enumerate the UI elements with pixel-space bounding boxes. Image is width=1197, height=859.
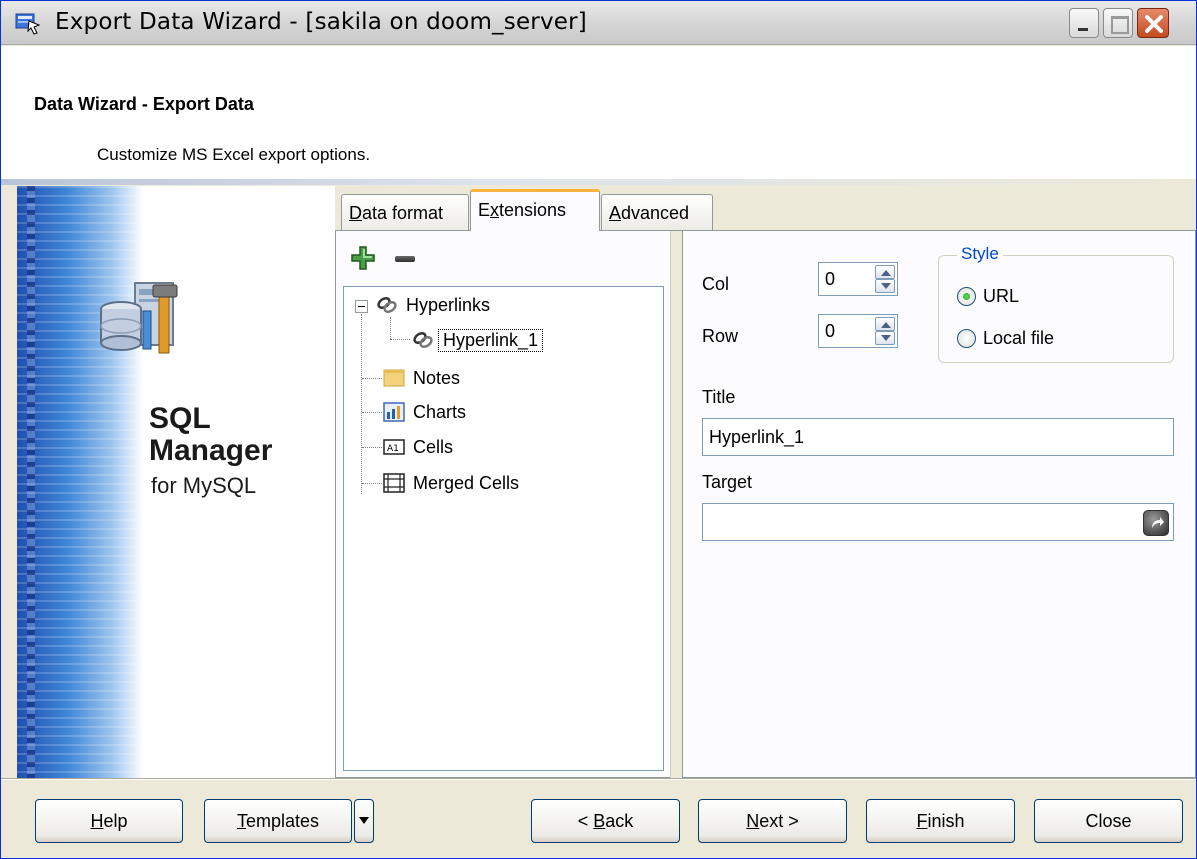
collapse-toggle-icon[interactable] xyxy=(355,300,368,313)
tree-label: Merged Cells xyxy=(413,472,520,493)
tree-label: Cells xyxy=(413,436,454,457)
radio-unchecked-icon xyxy=(957,329,976,348)
tree-item-hyperlinks[interactable]: Hyperlinks xyxy=(376,290,490,320)
tree-label: Hyperlinks xyxy=(406,294,491,315)
extensions-panel: Hyperlinks Hyperlink_1 Notes Charts A1 C… xyxy=(335,230,1196,779)
tree-guide xyxy=(390,317,391,339)
target-input[interactable] xyxy=(702,503,1174,541)
tree-item-hyperlink-1[interactable]: Hyperlink_1 xyxy=(412,325,544,355)
radio-local-file[interactable]: Local file xyxy=(957,328,1054,349)
tab-advanced[interactable]: Advanced xyxy=(601,194,713,230)
wizard-app-icon xyxy=(15,13,41,35)
style-legend: Style xyxy=(957,244,1003,264)
title-input[interactable]: Hyperlink_1 xyxy=(702,418,1174,456)
next-button[interactable]: Next > xyxy=(698,799,847,843)
row-label: Row xyxy=(702,326,739,346)
col-value: 0 xyxy=(825,269,836,289)
row-spinner[interactable]: 0 xyxy=(818,314,898,348)
hyperlink-chain-icon xyxy=(413,331,433,349)
tree-item-charts[interactable]: Charts xyxy=(383,397,466,427)
close-window-button[interactable] xyxy=(1137,8,1169,38)
title-bar[interactable]: Export Data Wizard - [sakila on doom_ser… xyxy=(1,1,1196,45)
header-divider xyxy=(1,179,1196,185)
cell-a1-icon: A1 xyxy=(383,439,405,455)
page-subtitle: Customize MS Excel export options. xyxy=(97,145,371,164)
tree-guide xyxy=(362,378,382,379)
export-wizard-window: Export Data Wizard - [sakila on doom_ser… xyxy=(0,0,1197,859)
extensions-toolbar xyxy=(337,232,668,286)
spin-arrows xyxy=(875,265,895,293)
tab-extensions[interactable]: Extensions xyxy=(470,189,600,231)
tree-item-merged-cells[interactable]: Merged Cells xyxy=(383,468,519,498)
radio-url[interactable]: URL xyxy=(957,286,1019,307)
brand-line-3: for MySQL xyxy=(151,473,257,498)
tree-guide xyxy=(361,314,362,494)
tree-label: Charts xyxy=(413,401,467,422)
close-button[interactable]: Close xyxy=(1034,799,1183,843)
pane-splitter[interactable] xyxy=(670,231,683,779)
browse-target-button[interactable] xyxy=(1143,510,1169,536)
window-title: Export Data Wizard - [sakila on doom_ser… xyxy=(55,9,587,35)
chart-icon xyxy=(383,402,405,422)
close-icon xyxy=(1145,15,1163,33)
radio-checked-icon xyxy=(957,287,976,306)
footer-divider xyxy=(1,778,1196,780)
spin-up-button[interactable] xyxy=(875,317,895,331)
merged-cells-icon xyxy=(383,473,405,493)
tab-data-format[interactable]: Data format xyxy=(341,194,469,230)
svg-text:A1: A1 xyxy=(387,444,399,454)
spin-down-button[interactable] xyxy=(875,279,895,293)
back-button[interactable]: < Back xyxy=(531,799,680,843)
spin-arrows xyxy=(875,317,895,345)
sql-manager-logo-icon xyxy=(100,282,178,354)
arrow-up-icon xyxy=(881,322,891,328)
maximize-button[interactable] xyxy=(1103,8,1133,38)
tree-guide xyxy=(390,339,410,340)
target-label: Target xyxy=(702,472,753,492)
tree-guide xyxy=(362,447,382,448)
tree-guide xyxy=(362,412,382,413)
templates-dropdown-button[interactable] xyxy=(354,799,374,843)
tree-item-cells[interactable]: A1 Cells xyxy=(383,432,453,462)
plus-icon[interactable] xyxy=(351,246,375,270)
wizard-header: Data Wizard - Export Data Customize MS E… xyxy=(1,46,1196,179)
arrow-up-icon xyxy=(881,270,891,276)
minimize-button[interactable] xyxy=(1069,8,1099,38)
title-input-value: Hyperlink_1 xyxy=(709,427,805,447)
browse-arrow-icon xyxy=(1152,517,1164,528)
radio-label: Local file xyxy=(983,328,1055,348)
extensions-tree[interactable]: Hyperlinks Hyperlink_1 Notes Charts A1 C… xyxy=(343,286,664,771)
hyperlink-properties: Col 0 Row 0 Style URL Local file Title H… xyxy=(684,231,1196,777)
templates-button[interactable]: Templates xyxy=(204,799,352,843)
arrow-down-icon xyxy=(881,283,891,289)
style-groupbox: Style URL Local file xyxy=(938,244,1174,363)
tree-guide xyxy=(362,483,382,484)
brand-line-2: Manager xyxy=(149,434,273,467)
radio-label: URL xyxy=(983,286,1020,306)
note-icon xyxy=(383,369,405,387)
minus-icon[interactable] xyxy=(395,256,415,262)
spin-down-button[interactable] xyxy=(875,331,895,345)
tree-label: Hyperlink_1 xyxy=(438,328,544,352)
product-banner: SQL Manager for MySQL xyxy=(17,186,335,778)
brand-line-1: SQL xyxy=(149,402,211,435)
finish-button[interactable]: Finish xyxy=(866,799,1015,843)
spin-up-button[interactable] xyxy=(875,265,895,279)
chevron-down-icon xyxy=(359,817,369,824)
hyperlink-chain-icon xyxy=(377,296,397,314)
arrow-down-icon xyxy=(881,335,891,341)
help-button[interactable]: Help xyxy=(35,799,183,843)
page-title: Data Wizard - Export Data xyxy=(34,94,254,114)
row-value: 0 xyxy=(825,321,836,341)
col-label: Col xyxy=(702,274,730,294)
tree-label: Notes xyxy=(413,367,461,388)
title-label: Title xyxy=(702,387,736,407)
tree-item-notes[interactable]: Notes xyxy=(383,363,460,393)
col-spinner[interactable]: 0 xyxy=(818,262,898,296)
